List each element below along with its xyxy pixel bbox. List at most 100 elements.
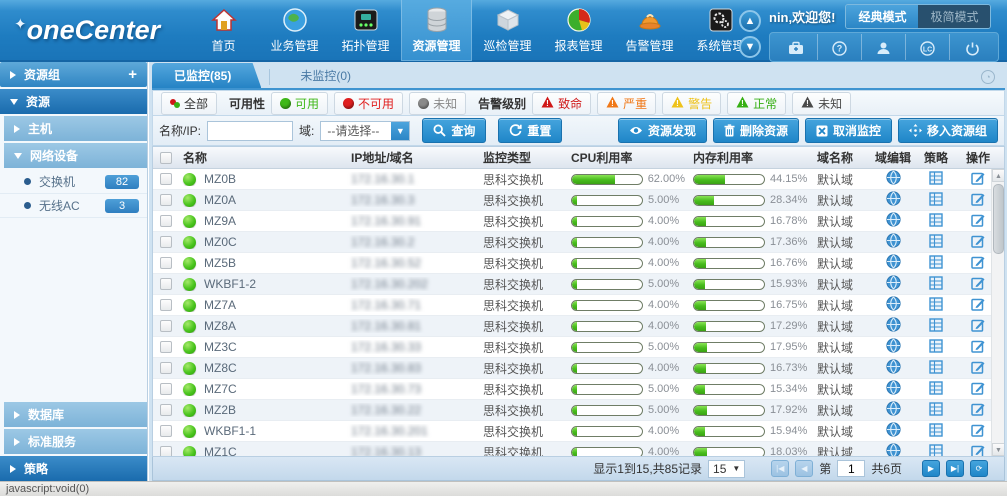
row-checkbox[interactable] <box>160 404 172 416</box>
query-button[interactable]: 查询 <box>422 118 486 143</box>
user-icon[interactable] <box>862 34 906 60</box>
last-page-button[interactable]: ▶| <box>946 460 964 477</box>
edit-icon[interactable] <box>971 297 985 314</box>
filter-unavailable-chip[interactable]: 不可用 <box>334 92 403 115</box>
edit-icon[interactable] <box>971 192 985 209</box>
nav-item-alarm[interactable]: 告警管理 <box>614 0 685 61</box>
sidebar-item-database[interactable]: 数据库 <box>4 402 147 427</box>
scroll-up-icon[interactable]: ▲ <box>992 169 1005 182</box>
name-ip-input[interactable] <box>207 121 293 141</box>
collapse-panel-icon[interactable]: ◔ <box>981 70 995 84</box>
col-cpu[interactable]: CPU利用率 <box>567 149 689 166</box>
filter-all-chip[interactable]: 全部 <box>161 92 217 115</box>
scrollbar-thumb[interactable] <box>993 184 1004 254</box>
policy-grid-icon[interactable] <box>929 213 943 230</box>
col-operation[interactable]: 操作 <box>957 149 999 166</box>
license-icon[interactable]: LC <box>906 34 950 60</box>
add-resource-group-button[interactable]: + <box>128 66 137 83</box>
row-checkbox[interactable] <box>160 257 172 269</box>
scroll-down-icon[interactable]: ▼ <box>992 443 1005 456</box>
policy-grid-icon[interactable] <box>929 276 943 293</box>
resource-name[interactable]: MZ5B <box>204 256 236 270</box>
cancel-monitor-button[interactable]: 取消监控 <box>805 118 892 143</box>
resource-name[interactable]: MZ3C <box>204 340 237 354</box>
resource-name[interactable]: MZ0B <box>204 172 236 186</box>
edit-icon[interactable] <box>971 213 985 230</box>
policy-grid-icon[interactable] <box>929 171 943 188</box>
select-all-checkbox[interactable] <box>160 152 172 164</box>
toolbox-icon[interactable] <box>774 34 818 60</box>
edit-icon[interactable] <box>971 381 985 398</box>
resource-name[interactable]: MZ0C <box>204 235 237 249</box>
tab-unmonitored[interactable]: 未监控(0) <box>278 63 373 88</box>
nav-item-resource[interactable]: 资源管理 <box>401 0 472 61</box>
filter-warning-chip[interactable]: ! 警告 <box>662 92 721 115</box>
domain-edit-globe-icon[interactable] <box>886 170 901 188</box>
domain-edit-globe-icon[interactable] <box>886 422 901 440</box>
row-checkbox[interactable] <box>160 215 172 227</box>
filter-fatal-chip[interactable]: ! 致命 <box>532 92 591 115</box>
page-size-select[interactable]: 15 ▼ <box>708 460 745 478</box>
filter-unknown-chip[interactable]: 未知 <box>409 92 466 115</box>
edit-icon[interactable] <box>971 318 985 335</box>
resource-name[interactable]: MZ7C <box>204 382 237 396</box>
col-name[interactable]: 名称 <box>179 149 347 166</box>
col-mem[interactable]: 内存利用率 <box>689 149 813 166</box>
col-type[interactable]: 监控类型 <box>479 149 567 166</box>
policy-grid-icon[interactable] <box>929 360 943 377</box>
row-checkbox[interactable] <box>160 383 172 395</box>
row-checkbox[interactable] <box>160 173 172 185</box>
resource-name[interactable]: MZ8A <box>204 319 236 333</box>
policy-grid-icon[interactable] <box>929 192 943 209</box>
refresh-icon[interactable]: ⟳ <box>970 460 988 477</box>
filter-severe-chip[interactable]: ! 严重 <box>597 92 656 115</box>
row-checkbox[interactable] <box>160 362 172 374</box>
row-checkbox[interactable] <box>160 425 172 437</box>
domain-edit-globe-icon[interactable] <box>886 401 901 419</box>
col-policy[interactable]: 策略 <box>915 149 957 166</box>
domain-edit-globe-icon[interactable] <box>886 254 901 272</box>
policy-grid-icon[interactable] <box>929 381 943 398</box>
collapse-up-button[interactable]: ▲ <box>739 10 761 32</box>
edit-icon[interactable] <box>971 402 985 419</box>
edit-icon[interactable] <box>971 423 985 440</box>
row-checkbox[interactable] <box>160 446 172 456</box>
next-page-button[interactable]: ▶ <box>922 460 940 477</box>
collapse-down-button[interactable]: ▼ <box>739 36 761 58</box>
resource-discover-button[interactable]: 资源发现 <box>618 118 707 143</box>
domain-edit-globe-icon[interactable] <box>886 296 901 314</box>
vertical-scrollbar[interactable]: ▲ ▼ <box>991 169 1004 456</box>
row-checkbox[interactable] <box>160 341 172 353</box>
resource-name[interactable]: MZ9A <box>204 214 236 228</box>
resource-name[interactable]: WKBF1-1 <box>204 424 256 438</box>
classic-mode-button[interactable]: 经典模式 <box>846 5 918 28</box>
row-checkbox[interactable] <box>160 236 172 248</box>
domain-select[interactable]: --请选择-- ▼ <box>320 121 410 141</box>
resource-name[interactable]: MZ7A <box>204 298 236 312</box>
sidebar-item-resource-group[interactable]: 资源组 + <box>0 62 147 87</box>
nav-item-report[interactable]: 报表管理 <box>543 0 614 61</box>
col-domain-edit[interactable]: 域编辑 <box>871 149 915 166</box>
edit-icon[interactable] <box>971 276 985 293</box>
domain-edit-globe-icon[interactable] <box>886 275 901 293</box>
edit-icon[interactable] <box>971 360 985 377</box>
policy-grid-icon[interactable] <box>929 297 943 314</box>
policy-grid-icon[interactable] <box>929 255 943 272</box>
policy-grid-icon[interactable] <box>929 318 943 335</box>
resource-name[interactable]: MZ1C <box>204 445 237 456</box>
page-number-input[interactable] <box>837 460 865 477</box>
row-checkbox[interactable] <box>160 320 172 332</box>
edit-icon[interactable] <box>971 255 985 272</box>
sidebar-item-network-device[interactable]: 网络设备 <box>4 143 147 168</box>
resource-name[interactable]: MZ8C <box>204 361 237 375</box>
power-icon[interactable] <box>950 34 994 60</box>
reset-button[interactable]: 重置 <box>498 118 562 143</box>
domain-edit-globe-icon[interactable] <box>886 380 901 398</box>
domain-edit-globe-icon[interactable] <box>886 359 901 377</box>
policy-grid-icon[interactable] <box>929 444 943 457</box>
sidebar-item-policy[interactable]: 策略 <box>0 456 147 481</box>
simple-mode-button[interactable]: 极简模式 <box>918 5 990 28</box>
sidebar-item-host[interactable]: 主机 <box>4 116 147 141</box>
delete-resource-button[interactable]: 删除资源 <box>713 118 799 143</box>
filter-unknown-alarm-chip[interactable]: ! 未知 <box>792 92 851 115</box>
